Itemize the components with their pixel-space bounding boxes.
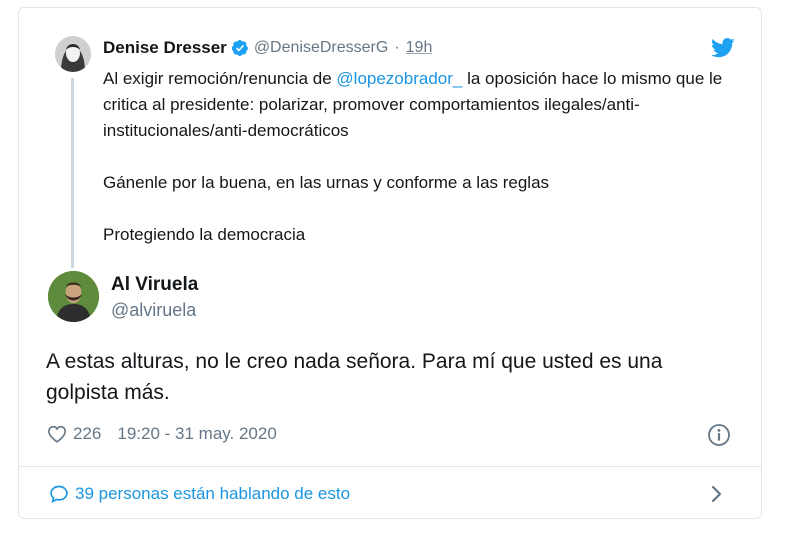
tweet-timestamp-link[interactable]: 19:20 - 31 may. 2020	[117, 424, 276, 444]
parent-author-avatar[interactable]	[55, 36, 91, 72]
parent-author-name[interactable]: Denise Dresser	[103, 38, 227, 58]
embedded-tweet-card: Denise Dresser @DeniseDresserG · 19h Al …	[18, 7, 762, 519]
parent-author-handle[interactable]: @DeniseDresserG	[254, 39, 389, 57]
reply-author-name[interactable]: Al Viruela	[111, 274, 198, 296]
mention-link[interactable]: @lopezobrador_	[336, 69, 462, 88]
tweet-meta-row: 226 19:20 - 31 may. 2020	[47, 423, 277, 445]
parent-tweet-text: Al exigir remoción/renuncia de @lopezobr…	[103, 66, 733, 248]
reply-author-avatar[interactable]	[48, 271, 99, 322]
parent-text-part: Al exigir remoción/renuncia de	[103, 69, 337, 88]
info-icon[interactable]	[707, 423, 731, 447]
twitter-bird-icon[interactable]	[711, 38, 735, 58]
reply-tweet-text: A estas alturas, no le creo nada señora.…	[46, 350, 663, 404]
chevron-right-icon[interactable]	[710, 484, 724, 504]
parent-paragraph-1: Al exigir remoción/renuncia de @lopezobr…	[103, 66, 733, 144]
footer-divider	[19, 466, 761, 467]
heart-icon[interactable]	[47, 425, 67, 443]
conversation-link[interactable]: 39 personas están hablando de esto	[49, 481, 350, 507]
thread-connector-line	[71, 78, 74, 268]
parent-tweet-time-link[interactable]: 19h	[406, 39, 433, 57]
like-count[interactable]: 226	[73, 424, 101, 444]
parent-tweet-header: Denise Dresser @DeniseDresserG · 19h	[103, 37, 432, 59]
parent-paragraph-3: Protegiendo la democracia	[103, 225, 306, 244]
verified-badge-icon	[231, 39, 248, 57]
parent-paragraph-2: Gánenle por la buena, en las urnas y con…	[103, 173, 550, 192]
header-separator: ·	[394, 39, 400, 56]
reply-author-handle[interactable]: @alviruela	[111, 300, 196, 321]
conversation-link-label[interactable]: 39 personas están hablando de esto	[75, 484, 350, 504]
speech-bubble-icon	[50, 485, 68, 504]
